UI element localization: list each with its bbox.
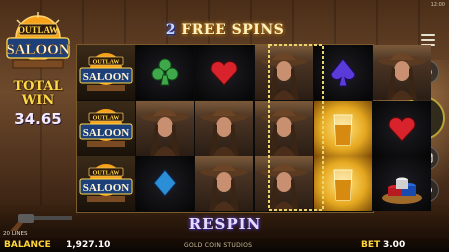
free-spins-label: FREE SPINS [181,22,285,38]
reel-symbol-heart [373,100,431,156]
wild-text-outlaw: OUTLAW [93,60,120,66]
bet-label: BET [361,240,381,250]
wild-text-outlaw: OUTLAW [93,115,120,121]
total-win-panel: TOTAL WIN 34.65 [0,79,76,129]
reel-symbol-diamond [136,156,195,212]
wild-text-saloon: SALOON [83,127,130,139]
balance-label: BALANCE [4,240,51,250]
total-win-label-line2: WIN [21,93,55,108]
wild-text-outlaw: OUTLAW [93,171,120,177]
logo-text-saloon: SALOON [6,42,70,58]
reel-symbol-logo-wild: OUTLAW SALOON [77,100,135,156]
revolver-icon [10,214,72,231]
reel-symbol-logo-wild: OUTLAW SALOON [77,45,135,100]
balance-value: 1,927.10 [66,240,111,250]
bet-value[interactable]: 3.00 [383,240,405,250]
reel-symbol-poker-chips [373,156,431,212]
reel-symbol-cowgirl [195,156,254,212]
wild-text-saloon: SALOON [83,71,130,83]
free-spins-count: 2 [165,22,176,38]
reel-symbol-club [136,45,195,100]
clock: 12:00 [430,2,445,8]
free-spins-banner: 2 FREE SPINS [150,22,300,38]
reel-highlight-frame [268,44,324,211]
reel-grid: OUTLAW SALOON OUTLAW SALOON OUTLAW SALOON [76,44,431,213]
wild-text-saloon: SALOON [83,182,130,194]
logo-text-outlaw: OUTLAW [18,25,58,35]
reel-symbol-cowgirl [195,100,254,156]
total-win-value: 34.65 [14,110,62,128]
reel-symbol-heart [195,45,254,100]
lines-count: 20 LINES [3,231,28,237]
reel-symbol-cowgirl [373,45,431,100]
outlaw-saloon-logo: OUTLAW SALOON [6,12,70,69]
reel-symbol-logo-wild: OUTLAW SALOON [77,156,135,212]
respin-label: RESPIN [188,215,262,233]
reel-symbol-cowgirl [136,100,195,156]
studio-name: GOLD COIN STUDIOS [184,242,253,249]
total-win-label-line1: TOTAL [13,79,63,94]
